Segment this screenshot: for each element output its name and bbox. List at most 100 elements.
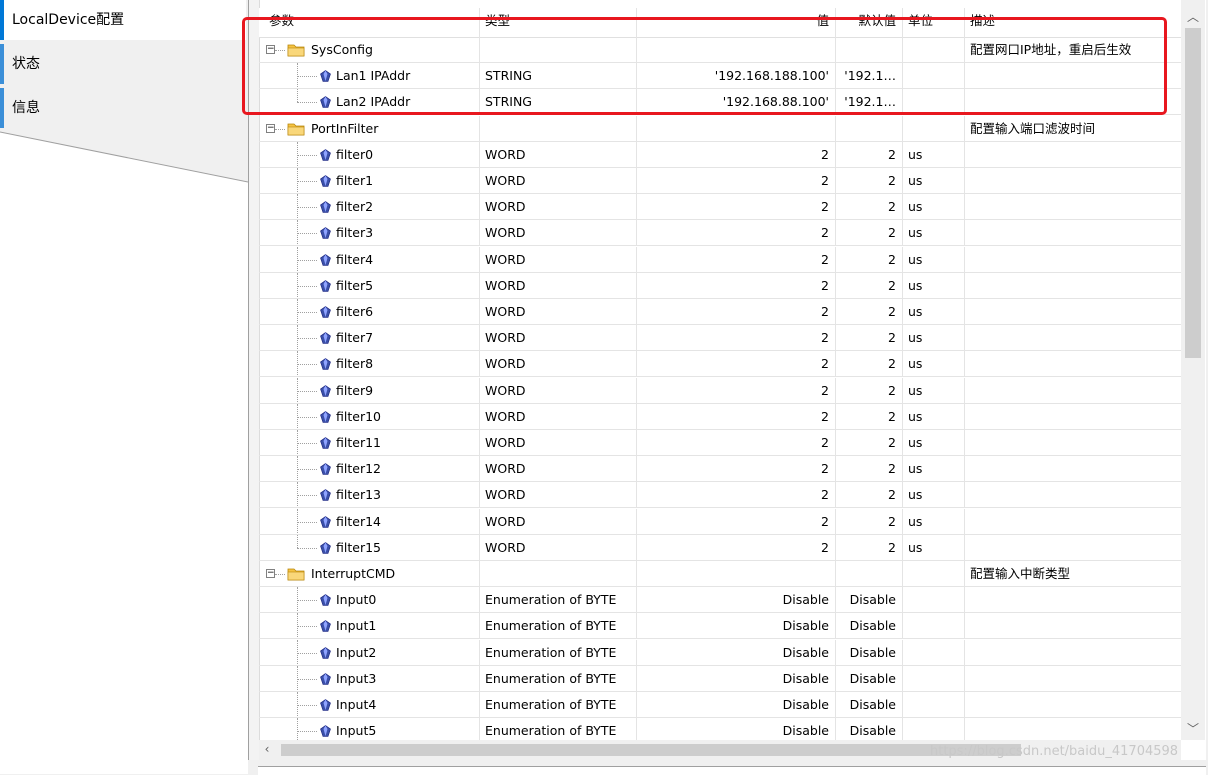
param-value-cell[interactable]: 2: [637, 246, 836, 273]
parameter-row[interactable]: filter2 WORD 2 2 us: [259, 194, 1181, 221]
collapse-icon[interactable]: −: [266, 569, 275, 578]
annotation-highlight-box: [242, 17, 1167, 115]
param-value-cell[interactable]: Disable: [637, 665, 836, 692]
parameter-row[interactable]: Input2 Enumeration of BYTE Disable Disable: [259, 639, 1181, 666]
parameter-row[interactable]: filter12 WORD 2 2 us: [259, 456, 1181, 483]
param-name-cell: filter1: [259, 168, 480, 194]
param-description-cell: [965, 220, 1181, 247]
param-value-cell[interactable]: Disable: [637, 639, 836, 666]
param-value-cell[interactable]: 2: [637, 482, 836, 509]
scroll-up-icon[interactable]: ︿: [1181, 8, 1205, 25]
param-value-cell[interactable]: 2: [637, 272, 836, 299]
tree-connector: [297, 469, 317, 471]
group-row[interactable]: − InterruptCMD 配置输入中断类型: [259, 561, 1181, 587]
param-type-cell: WORD: [480, 325, 637, 352]
param-type-cell: Enumeration of BYTE: [480, 613, 637, 640]
param-value-cell[interactable]: Disable: [637, 718, 836, 740]
param-description-cell: [965, 640, 1181, 666]
vertical-scrollbar[interactable]: ︿ ﹀: [1181, 0, 1205, 740]
tab-status-label: 状态: [12, 56, 40, 72]
param-type-cell: Enumeration of BYTE: [480, 639, 637, 666]
param-value-cell[interactable]: 2: [637, 403, 836, 430]
param-value-cell[interactable]: 2: [637, 194, 836, 221]
param-description-cell: [965, 430, 1181, 456]
param-value-cell[interactable]: 2: [637, 534, 836, 561]
parameter-row[interactable]: Input0 Enumeration of BYTE Disable Disable: [259, 587, 1181, 614]
param-type-cell: WORD: [480, 272, 637, 299]
parameter-row[interactable]: filter0 WORD 2 2 us: [259, 141, 1181, 168]
parameter-row[interactable]: filter4 WORD 2 2 us: [259, 246, 1181, 273]
param-value-cell[interactable]: 2: [637, 141, 836, 168]
param-default-cell: Disable: [836, 718, 903, 740]
scroll-left-icon[interactable]: ‹: [259, 742, 275, 756]
param-default-cell: 2: [836, 194, 903, 221]
parameter-icon: [320, 515, 331, 528]
param-value-cell[interactable]: [637, 561, 836, 587]
param-value-cell[interactable]: 2: [637, 168, 836, 194]
param-value-cell[interactable]: 2: [637, 351, 836, 378]
parameter-row[interactable]: Input4 Enumeration of BYTE Disable Disable: [259, 692, 1181, 718]
param-description-cell: [965, 404, 1181, 430]
parameter-row[interactable]: filter6 WORD 2 2 us: [259, 299, 1181, 325]
param-value-cell[interactable]: 2: [637, 430, 836, 456]
param-default-cell: [836, 561, 903, 587]
parameter-row[interactable]: filter7 WORD 2 2 us: [259, 325, 1181, 352]
param-value-cell[interactable]: 2: [637, 325, 836, 352]
tree-connector: [275, 574, 285, 575]
parameter-row[interactable]: Input1 Enumeration of BYTE Disable Disable: [259, 613, 1181, 640]
tab-info[interactable]: 信息: [0, 88, 218, 128]
param-value-cell[interactable]: 2: [637, 456, 836, 483]
parameter-icon: [320, 201, 331, 213]
param-value-cell[interactable]: Disable: [637, 587, 836, 614]
tree-connector: [297, 652, 317, 654]
parameter-row[interactable]: filter10 WORD 2 2 us: [259, 403, 1181, 430]
parameter-row[interactable]: filter1 WORD 2 2 us: [259, 168, 1181, 194]
param-value-cell[interactable]: 2: [637, 299, 836, 325]
param-value-cell[interactable]: 2: [637, 220, 836, 247]
collapse-icon[interactable]: −: [266, 123, 275, 133]
param-value-cell[interactable]: 2: [637, 508, 836, 535]
param-default-cell: Disable: [836, 587, 903, 614]
tab-status[interactable]: 状态: [0, 44, 218, 84]
parameter-row[interactable]: filter15 WORD 2 2 us: [259, 534, 1181, 561]
param-unit-cell: us: [903, 377, 965, 404]
param-type-cell: WORD: [480, 508, 637, 535]
scroll-down-icon[interactable]: ﹀: [1181, 720, 1205, 737]
param-description-cell: [965, 273, 1181, 299]
parameter-row[interactable]: Input3 Enumeration of BYTE Disable Disable: [259, 665, 1181, 692]
param-description-cell: [965, 482, 1181, 509]
parameter-row[interactable]: filter5 WORD 2 2 us: [259, 272, 1181, 299]
parameter-row[interactable]: filter9 WORD 2 2 us: [259, 377, 1181, 404]
param-default-cell: 2: [836, 220, 903, 247]
parameter-row[interactable]: filter11 WORD 2 2 us: [259, 430, 1181, 456]
param-name-cell: filter13: [259, 482, 480, 509]
param-name: Input3: [336, 670, 377, 686]
tree-connector: [297, 312, 317, 313]
param-description-cell: 配置输入端口滤波时间: [965, 116, 1181, 142]
parameter-row[interactable]: filter8 WORD 2 2 us: [259, 351, 1181, 378]
param-value-cell[interactable]: Disable: [637, 613, 836, 640]
param-name-cell: filter9: [259, 377, 480, 404]
param-description-cell: [965, 666, 1181, 692]
param-default-cell: 2: [836, 508, 903, 535]
param-description-cell: [965, 587, 1181, 614]
param-description-cell: [965, 247, 1181, 273]
param-unit-cell: us: [903, 508, 965, 535]
parameter-row[interactable]: Input5 Enumeration of BYTE Disable Disable: [259, 718, 1181, 740]
group-row[interactable]: − PortInFilter 配置输入端口滤波时间: [259, 115, 1181, 142]
parameter-row[interactable]: filter14 WORD 2 2 us: [259, 508, 1181, 535]
tab-localdevice-config[interactable]: LocalDevice配置: [0, 0, 246, 40]
param-default-cell: 2: [836, 299, 903, 325]
param-value-cell[interactable]: [637, 115, 836, 142]
param-value-cell[interactable]: Disable: [637, 692, 836, 718]
tree-connector: [297, 678, 317, 680]
tree-connector: [297, 416, 317, 418]
parameter-row[interactable]: filter3 WORD 2 2 us: [259, 220, 1181, 247]
param-unit-cell: us: [903, 220, 965, 247]
param-description-cell: [965, 718, 1181, 740]
parameter-row[interactable]: filter13 WORD 2 2 us: [259, 482, 1181, 509]
vertical-scroll-thumb[interactable]: [1185, 28, 1201, 358]
param-value-cell[interactable]: 2: [637, 377, 836, 404]
tree-connector: [297, 259, 317, 261]
horizontal-scroll-thumb[interactable]: [281, 744, 1021, 756]
